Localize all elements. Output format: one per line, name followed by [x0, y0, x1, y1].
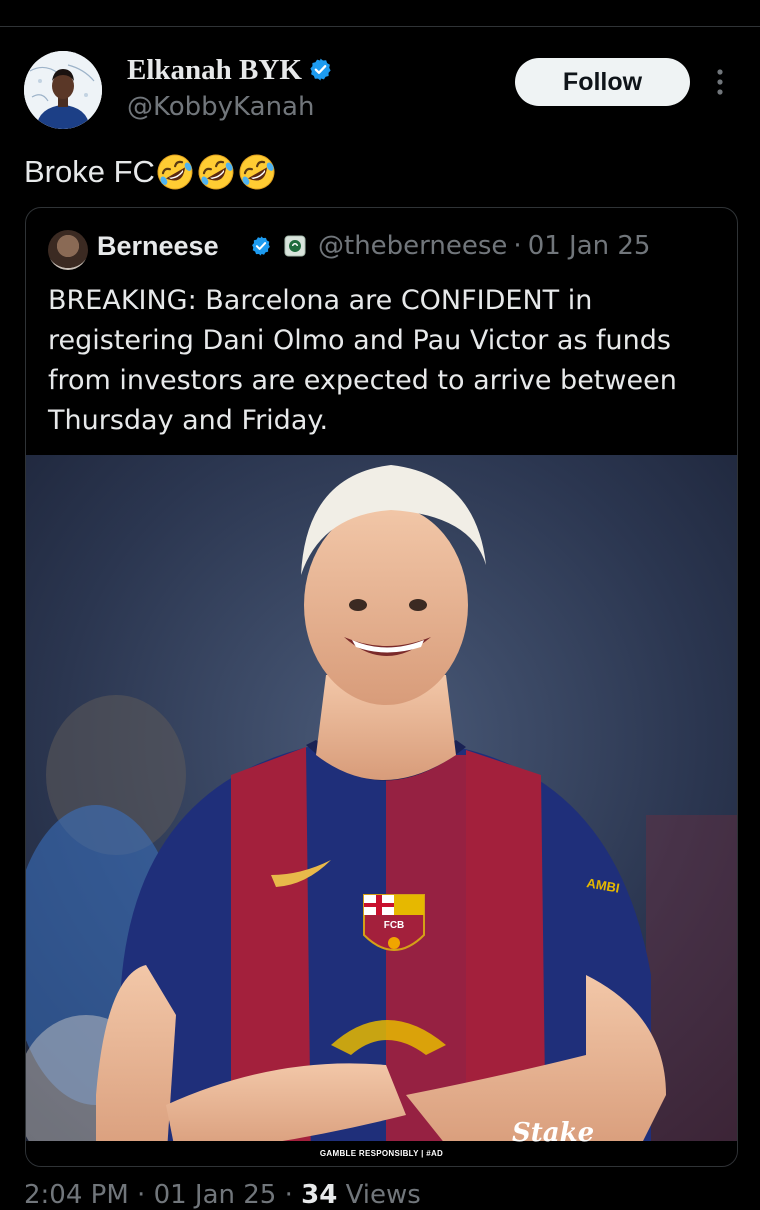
- meta-separator: ·: [513, 231, 522, 261]
- author-name[interactable]: Elkanah BYK: [127, 54, 333, 87]
- author-avatar-image: [24, 51, 102, 129]
- author-handle[interactable]: @KobbyKanah: [127, 92, 314, 122]
- stake-logo: Stake: [512, 1118, 595, 1148]
- verified-badge-icon: [252, 236, 270, 256]
- rolling-on-floor-laughing-icon: [239, 154, 275, 190]
- emoji-group: [155, 152, 278, 192]
- post-time[interactable]: 2:04 PM: [24, 1180, 129, 1210]
- quoted-author-name[interactable]: Berneese: [97, 231, 219, 262]
- author-name-text[interactable]: Elkanah BYK: [127, 54, 302, 86]
- crest-text: FCB: [384, 920, 405, 931]
- post-timestamp[interactable]: 2:04 PM · 01 Jan 25 · 34 Views: [24, 1180, 421, 1210]
- quoted-post-text: BREAKING: Barcelona are CONFIDENT in reg…: [48, 285, 677, 436]
- club-crest-icon: FCB: [363, 894, 425, 951]
- affiliate-badge-icon: [284, 235, 306, 257]
- footer-separator: ·: [284, 1180, 293, 1210]
- more-options-icon[interactable]: [712, 66, 728, 98]
- post-text: Broke FC: [24, 152, 278, 192]
- quoted-post-date[interactable]: 01 Jan 25: [528, 231, 651, 261]
- quoted-post-image[interactable]: FCB AMBI: [26, 455, 737, 1166]
- author-avatar[interactable]: [24, 51, 102, 129]
- quoted-post-meta: @theberneese · 01 Jan 25: [250, 231, 650, 261]
- quoted-author-avatar[interactable]: [48, 230, 88, 270]
- views-label: Views: [345, 1180, 421, 1210]
- views-count: 34: [301, 1180, 338, 1210]
- follow-button[interactable]: Follow: [515, 58, 690, 106]
- footer-separator: ·: [137, 1180, 146, 1210]
- quoted-post-card[interactable]: Berneese @theberneese · 01 Jan 25 BREAKI…: [25, 207, 738, 1167]
- post-date[interactable]: 01 Jan 25: [154, 1180, 277, 1210]
- rolling-on-floor-laughing-icon: [157, 154, 193, 190]
- post-text-content: Broke FC: [24, 154, 155, 189]
- gamble-disclaimer: GAMBLE RESPONSIBLY | #AD: [319, 1149, 444, 1158]
- quoted-author-handle[interactable]: @theberneese: [318, 231, 507, 261]
- rolling-on-floor-laughing-icon: [198, 154, 234, 190]
- verified-badge-icon: [310, 58, 331, 81]
- top-divider: [0, 26, 760, 27]
